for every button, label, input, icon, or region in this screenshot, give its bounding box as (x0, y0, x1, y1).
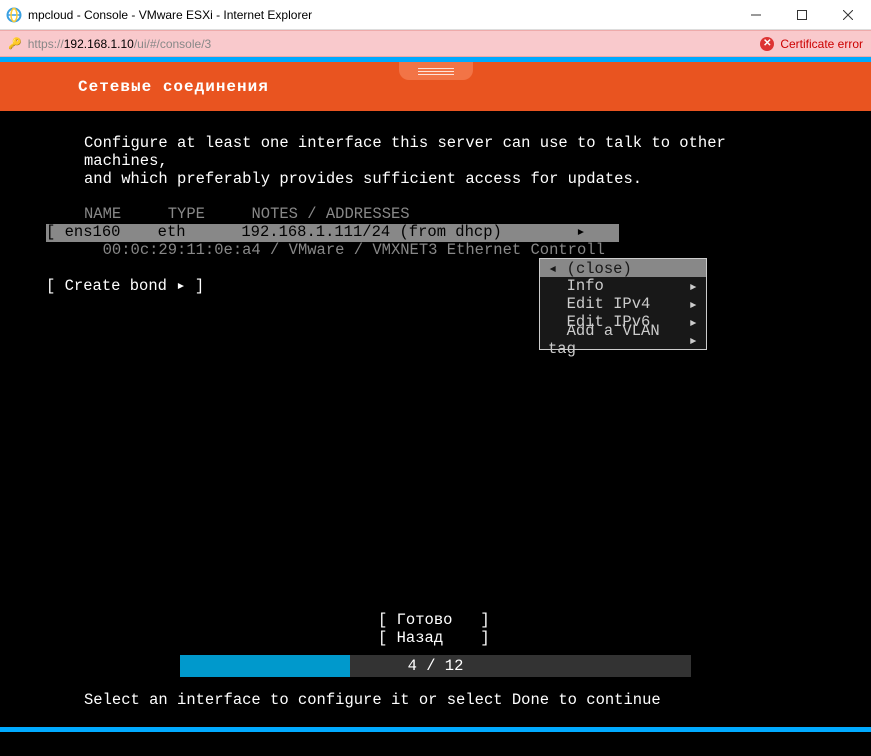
column-headers: NAME TYPE NOTES / ADDRESSES (84, 206, 815, 224)
certificate-error-label: Certificate error (780, 37, 863, 51)
progress-label: 4 / 12 (0, 657, 871, 675)
maximize-button[interactable] (779, 0, 825, 29)
drag-handle-icon[interactable] (399, 62, 473, 80)
chevron-right-icon: ▸ (689, 295, 698, 314)
menu-add-vlan[interactable]: Add a VLAN tag ▸ (540, 331, 706, 349)
done-button[interactable]: [ Готово ] (378, 611, 871, 629)
url-text: https://192.168.1.10/ui/#/console/3 (28, 37, 761, 51)
chevron-left-icon: ◂ (548, 260, 557, 278)
action-buttons: [ Готово ] [ Назад ] (0, 611, 871, 647)
ie-icon (6, 7, 22, 23)
minimize-button[interactable] (733, 0, 779, 29)
page-title: Сетевые соединения (78, 78, 269, 96)
certificate-error[interactable]: ✕ Certificate error (760, 37, 863, 51)
window-title: mpcloud - Console - VMware ESXi - Intern… (28, 8, 733, 22)
back-button[interactable]: [ Назад ] (378, 629, 871, 647)
error-icon: ✕ (760, 37, 774, 51)
menu-edit-ipv4[interactable]: Edit IPv4 ▸ (540, 295, 706, 313)
vm-console[interactable]: Сетевые соединения Configure at least on… (0, 57, 871, 756)
chevron-right-icon: ▸ (689, 331, 698, 350)
lock-icon: 🔑 (8, 37, 22, 50)
chevron-right-icon: ▸ (689, 277, 698, 296)
terminal-body: Configure at least one interface this se… (0, 111, 871, 296)
chevron-right-icon: ▸ (576, 224, 585, 242)
address-bar[interactable]: 🔑 https://192.168.1.10/ui/#/console/3 ✕ … (0, 30, 871, 57)
footer: [ Готово ] [ Назад ] 4 / 12 Select an in… (0, 611, 871, 756)
window-titlebar: mpcloud - Console - VMware ESXi - Intern… (0, 0, 871, 30)
installer-header: Сетевые соединения (0, 62, 871, 111)
interface-context-menu: ◂ (close) Info ▸ Edit IPv4 ▸ Edit IPv6 ▸… (539, 258, 707, 350)
menu-close[interactable]: ◂ (close) (540, 259, 706, 277)
hint-text: Select an interface to configure it or s… (0, 677, 871, 727)
chevron-right-icon: ▸ (689, 313, 698, 332)
interface-row[interactable]: [ ens160 eth 192.168.1.111/24 (from dhcp… (46, 224, 619, 242)
progress-bar: 4 / 12 (0, 655, 871, 677)
description: Configure at least one interface this se… (84, 135, 815, 188)
close-button[interactable] (825, 0, 871, 29)
menu-info[interactable]: Info ▸ (540, 277, 706, 295)
